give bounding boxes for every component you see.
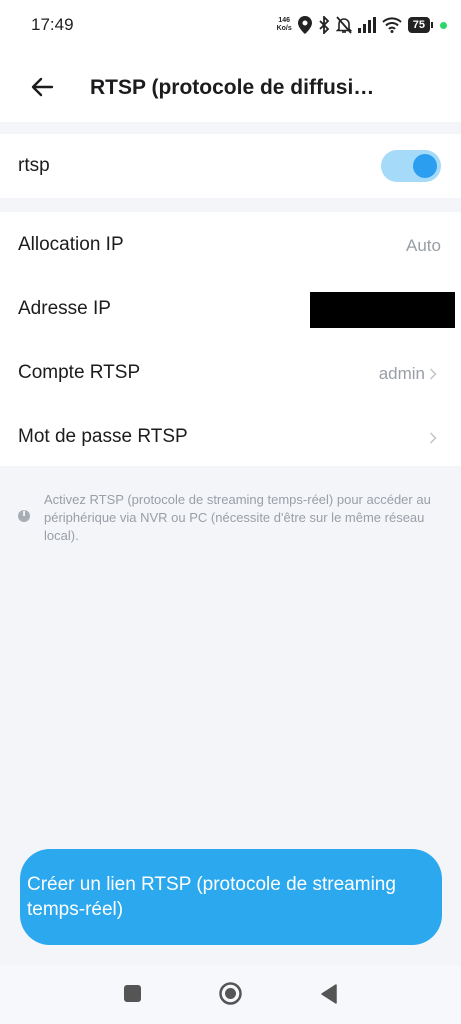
rtsp-password-row[interactable]: Mot de passe RTSP xyxy=(0,404,461,468)
rtsp-toggle-row: rtsp xyxy=(0,134,461,198)
network-speed: 146 Ko/s xyxy=(277,17,292,33)
location-icon xyxy=(297,16,312,34)
network-speed-unit: Ko/s xyxy=(276,25,292,32)
status-bar: 17:49 146 Ko/s 75 xyxy=(0,0,461,50)
app-bar: RTSP (protocole de diffusi… xyxy=(0,50,461,122)
status-icons: 146 Ko/s 75 xyxy=(277,12,447,38)
back-arrow-icon[interactable] xyxy=(28,72,58,102)
info-icon: i xyxy=(18,509,30,522)
rtsp-toggle-switch[interactable] xyxy=(381,150,441,182)
wifi-icon xyxy=(382,17,402,33)
page-title: RTSP (protocole de diffusi… xyxy=(90,76,375,99)
privacy-indicator-dot xyxy=(440,21,447,29)
status-time: 17:49 xyxy=(31,15,74,34)
chevron-right-icon xyxy=(429,432,437,444)
chevron-right-icon xyxy=(429,368,437,380)
ip-address-redacted-value xyxy=(310,292,455,328)
signal-icon xyxy=(357,17,376,33)
home-icon[interactable] xyxy=(218,981,243,1006)
ip-allocation-label: Allocation IP xyxy=(18,234,124,255)
mute-icon xyxy=(335,16,352,34)
network-speed-value: 146 xyxy=(278,17,290,24)
system-nav-bar xyxy=(0,966,461,1024)
create-rtsp-link-button[interactable]: Créer un lien RTSP (protocole de streami… xyxy=(20,849,442,945)
bluetooth-icon xyxy=(319,16,330,34)
rtsp-settings-list: Allocation IP Auto Adresse IP Compte RTS… xyxy=(0,212,461,466)
ip-allocation-value: Auto xyxy=(406,236,441,255)
rtsp-account-value: admin xyxy=(378,364,425,383)
ip-address-row: Adresse IP xyxy=(0,276,461,340)
recents-icon[interactable] xyxy=(124,985,141,1002)
rtsp-toggle-label: rtsp xyxy=(18,155,50,176)
ip-address-label: Adresse IP xyxy=(18,298,111,319)
rtsp-account-label: Compte RTSP xyxy=(18,362,141,383)
battery-icon: 75 xyxy=(407,17,434,33)
rtsp-info-text: Activez RTSP (protocole de streaming tem… xyxy=(44,492,431,543)
ip-allocation-row[interactable]: Allocation IP Auto xyxy=(0,212,461,276)
create-rtsp-link-label: Créer un lien RTSP (protocole de streami… xyxy=(27,874,396,920)
toggle-knob xyxy=(413,154,437,178)
rtsp-account-row[interactable]: Compte RTSP admin xyxy=(0,340,461,404)
rtsp-password-label: Mot de passe RTSP xyxy=(18,426,188,447)
back-triangle-icon[interactable] xyxy=(318,982,340,1006)
